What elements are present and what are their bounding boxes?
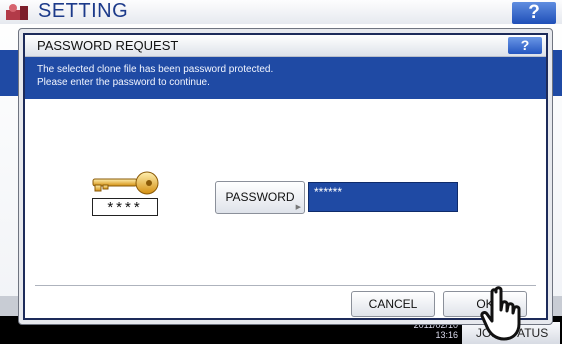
footer-divider	[35, 285, 536, 286]
page-title: SETTING	[38, 0, 129, 22]
dialog-body: PASSWORD REQUEST ? The selected clone fi…	[23, 33, 548, 320]
dialog-help-button[interactable]: ?	[508, 37, 542, 54]
setting-header: SETTING ?	[0, 0, 562, 24]
dialog-title: PASSWORD REQUEST	[37, 38, 179, 53]
password-dialog: PASSWORD REQUEST ? The selected clone fi…	[18, 28, 553, 325]
password-button[interactable]: PASSWORD ▶	[215, 181, 305, 214]
key-icon	[92, 171, 159, 195]
dialog-title-bar: PASSWORD REQUEST ?	[25, 35, 546, 57]
setting-icon	[6, 4, 28, 20]
password-mask-box: ****	[92, 198, 158, 216]
cancel-button[interactable]: CANCEL	[351, 291, 435, 317]
password-field[interactable]: ******	[308, 182, 458, 212]
message-band: The selected clone file has been passwor…	[25, 57, 546, 99]
hand-cursor-icon	[480, 286, 521, 341]
help-button[interactable]: ?	[512, 2, 556, 24]
corner-arrow-icon: ▶	[295, 204, 301, 211]
message-line-1: The selected clone file has been passwor…	[37, 64, 274, 75]
message-line-2: Please enter the password to continue.	[37, 77, 210, 88]
password-button-label: PASSWORD	[225, 190, 295, 204]
